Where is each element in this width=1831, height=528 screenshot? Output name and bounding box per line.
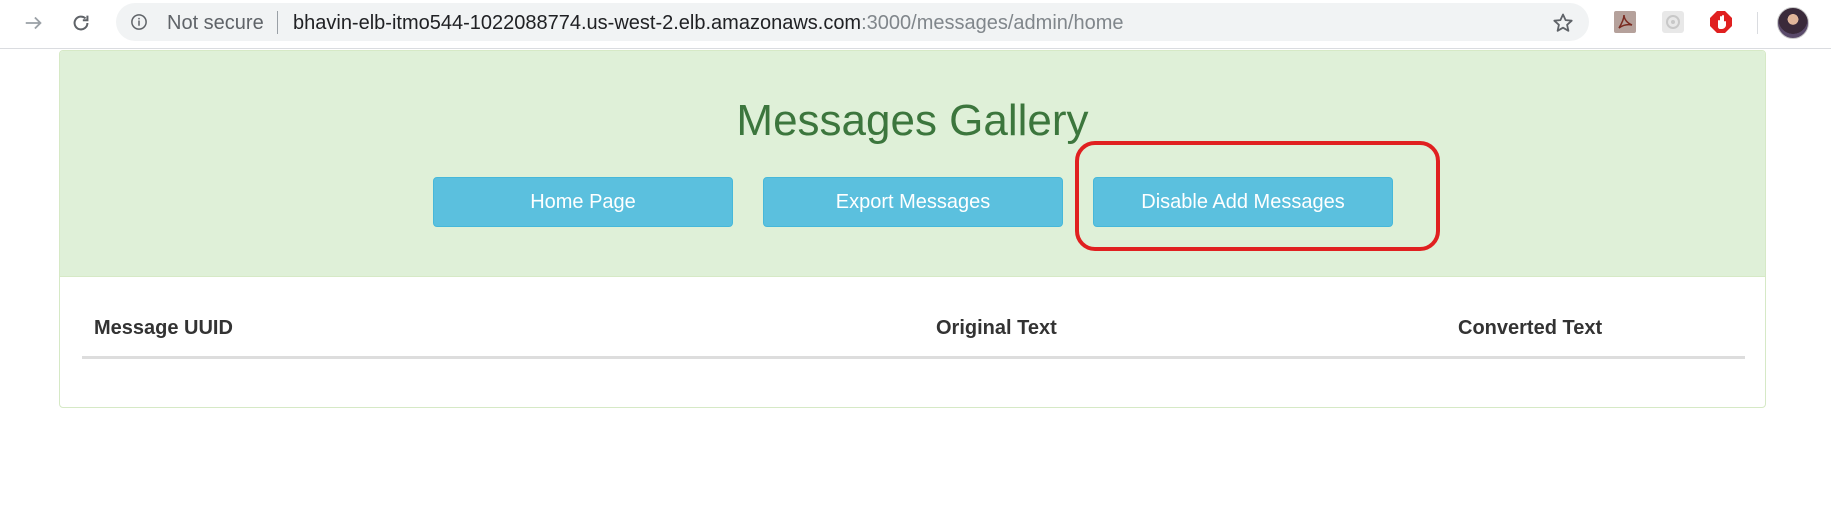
adblock-extension-icon[interactable] xyxy=(1708,9,1734,35)
column-original-text: Original Text xyxy=(924,301,1446,359)
messages-table: Message UUID Original Text Converted Tex… xyxy=(82,301,1745,359)
toolbar-divider xyxy=(1757,12,1758,34)
info-icon[interactable] xyxy=(130,13,148,31)
page-title: Messages Gallery xyxy=(736,96,1089,145)
security-label[interactable]: Not secure xyxy=(167,13,264,33)
back-arrow-icon[interactable] xyxy=(20,9,48,37)
star-icon[interactable] xyxy=(1551,11,1575,35)
profile-avatar[interactable] xyxy=(1777,7,1809,39)
browser-toolbar: Not secure bhavin-elb-itmo544-1022088774… xyxy=(0,0,1831,49)
address-bar[interactable]: Not secure bhavin-elb-itmo544-1022088774… xyxy=(116,3,1589,41)
panel-heading: Messages Gallery Home Page Export Messag… xyxy=(60,51,1765,277)
omnibox-separator xyxy=(277,11,278,34)
url-text[interactable]: bhavin-elb-itmo544-1022088774.us-west-2.… xyxy=(293,13,1123,33)
export-messages-button[interactable]: Export Messages xyxy=(763,177,1063,227)
url-path: :3000/messages/admin/home xyxy=(861,12,1124,34)
home-page-button[interactable]: Home Page xyxy=(433,177,733,227)
reload-icon[interactable] xyxy=(67,9,95,37)
table-header-row: Message UUID Original Text Converted Tex… xyxy=(82,301,1745,359)
messages-panel: Messages Gallery Home Page Export Messag… xyxy=(59,50,1766,408)
column-message-uuid: Message UUID xyxy=(82,301,924,359)
url-host: bhavin-elb-itmo544-1022088774.us-west-2.… xyxy=(293,12,862,34)
pdf-extension-icon[interactable] xyxy=(1612,9,1638,35)
disable-add-messages-button[interactable]: Disable Add Messages xyxy=(1093,177,1393,227)
column-converted-text: Converted Text xyxy=(1446,301,1745,359)
extension-icon[interactable] xyxy=(1660,9,1686,35)
